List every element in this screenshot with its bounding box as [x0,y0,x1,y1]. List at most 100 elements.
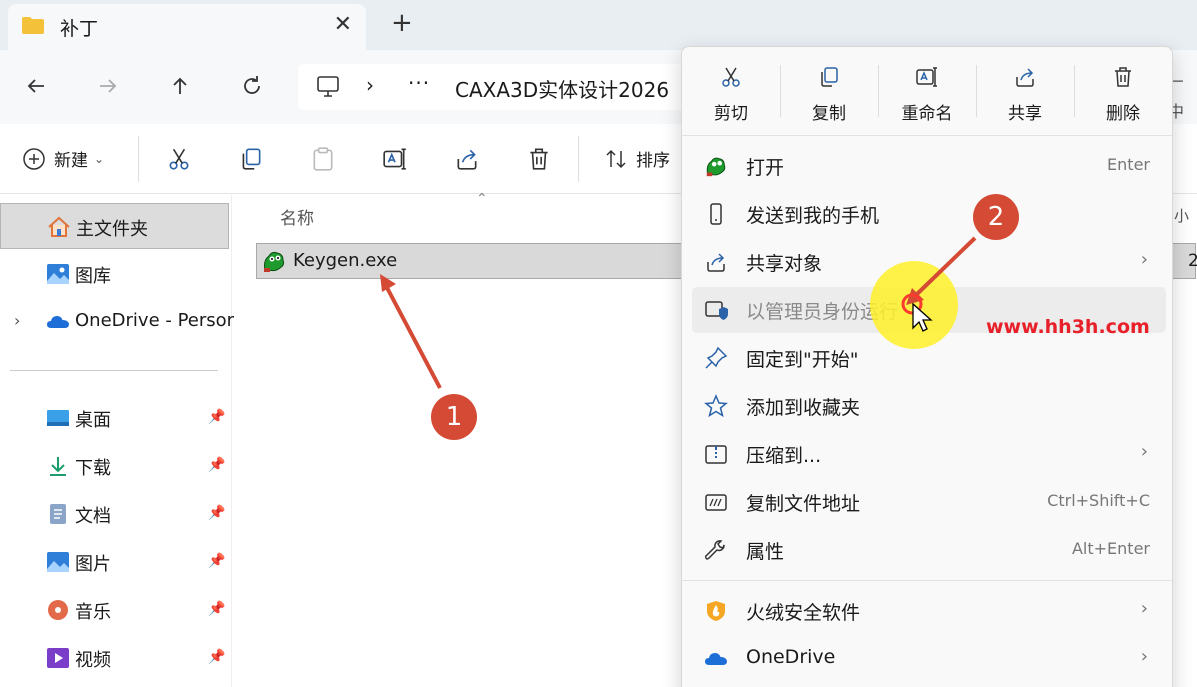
menu-item-open[interactable]: 打开 Enter [692,143,1166,189]
pin-icon[interactable]: 📌 [208,505,225,521]
sidebar-item-pictures[interactable]: 图片 📌 [0,539,229,585]
phone-icon [710,203,722,225]
context-menu: 剪切 复制 重命名 共享 删除 打开 Enter 发送到我的手机 共享对象 › … [681,46,1173,687]
copy-button[interactable] [238,146,264,172]
address-bar[interactable]: › ··· CAXA3D实体设计2026 [298,64,698,110]
sidebar-item-desktop[interactable]: 桌面 📌 [0,395,229,441]
navigation-pane: 主文件夹 图库 › OneDrive - Persor 桌面 📌 下载 📌 文档… [0,195,234,687]
home-icon [48,216,70,237]
sidebar-item-documents[interactable]: 文档 📌 [0,491,229,537]
wrench-icon [704,540,725,560]
menu-item-send-to-phone[interactable]: 发送到我的手机 [692,191,1166,237]
desktop-icon [47,410,69,426]
cut-icon [722,67,740,87]
menu-item-onedrive[interactable]: OneDrive › [692,636,1166,682]
chevron-right-icon: › [1140,441,1148,462]
sidebar-item-label: 主文件夹 [76,219,148,240]
file-name: Keygen.exe [293,250,398,271]
delete-icon [530,148,548,170]
pin-icon[interactable]: 📌 [208,649,225,665]
huorong-shield-icon [707,601,725,621]
onedrive-cloud-icon [705,653,727,665]
menu-divider [682,580,1172,581]
step-badge-2: 2 [973,194,1019,240]
folder-icon [22,17,44,34]
sidebar-item-videos[interactable]: 视频 📌 [0,635,229,681]
step-badge-1: 1 [431,394,477,440]
sort-icon [606,149,626,168]
rename-icon [916,67,937,87]
sidebar-item-label: 图片 [75,554,111,575]
share-icon [457,149,477,170]
quick-action-label: 重命名 [901,104,953,124]
menu-item-add-to-favorites[interactable]: 添加到收藏夹 [692,383,1166,429]
menu-item-copy-as-path[interactable]: 复制文件地址 Ctrl+Shift+C [692,479,1166,525]
sidebar-item-label: 图库 [75,266,111,287]
menu-item-compress-to[interactable]: 压缩到... › [692,431,1166,477]
paste-icon [313,147,333,171]
sidebar-item-music[interactable]: 音乐 📌 [0,587,229,633]
close-tab-button[interactable]: ✕ [334,12,352,37]
pin-icon [705,346,728,369]
menu-item-shortcut: Enter [1107,155,1150,174]
up-button[interactable] [162,68,198,104]
sidebar-item-downloads[interactable]: 下载 📌 [0,443,229,489]
breadcrumb-current-folder[interactable]: CAXA3D实体设计2026 [455,74,669,103]
column-header-name[interactable]: 名称 [280,204,314,229]
star-icon [704,394,728,418]
quick-action-label: 删除 [1106,104,1140,124]
arrow-left-icon [27,79,44,93]
sidebar-item-gallery[interactable]: 图库 [0,251,229,297]
quick-action-rename[interactable]: 重命名 [878,47,976,129]
chevron-right-icon: › [1140,646,1148,667]
quick-action-label: 剪切 [714,104,748,124]
gallery-icon [47,264,69,284]
title-bar: 补丁 ✕ + [0,0,1197,50]
rename-icon [383,148,406,170]
sidebar-item-label: 文档 [75,506,111,527]
share-button[interactable] [454,146,480,172]
breadcrumb-more-button[interactable]: ··· [408,71,430,95]
copy-icon [821,67,838,87]
chevron-right-icon[interactable]: › [14,311,20,330]
zip-folder-icon [705,445,727,464]
chevron-down-icon: ⌄ [94,151,105,166]
sidebar-item-onedrive[interactable]: › OneDrive - Persor [0,299,234,345]
rename-button[interactable] [382,146,408,172]
quick-action-delete[interactable]: 删除 [1074,47,1172,129]
menu-item-label: OneDrive [746,646,836,668]
new-tab-button[interactable]: + [391,8,413,38]
tab-current[interactable]: 补丁 ✕ [8,4,366,50]
cut-button[interactable] [166,146,192,172]
videos-icon [47,648,69,668]
menu-item-huorong[interactable]: 火绒安全软件 › [692,588,1166,634]
new-button-label: 新建 [54,151,88,171]
column-header-size[interactable]: 小 [1174,205,1189,226]
pin-icon[interactable]: 📌 [208,553,225,569]
delete-button[interactable] [526,146,552,172]
computer-icon [317,76,339,97]
refresh-button[interactable] [234,68,270,104]
back-button[interactable] [18,68,54,104]
menu-item-label: 属性 [746,541,785,563]
breadcrumb-chevron[interactable]: › [366,73,374,97]
pin-icon[interactable]: 📌 [208,409,225,425]
sidebar-item-label: 桌面 [75,410,111,431]
quick-action-copy[interactable]: 复制 [780,47,878,129]
menu-item-label: 压缩到... [746,445,822,467]
paste-button[interactable] [310,146,336,172]
menu-item-properties[interactable]: 属性 Alt+Enter [692,527,1166,573]
tab-title: 补丁 [60,18,99,40]
uac-shield-icon [705,301,728,320]
toolbar-divider [138,136,139,182]
music-icon [48,600,68,620]
sort-button-label: 排序 [636,151,670,171]
sidebar-item-home[interactable]: 主文件夹 [0,203,229,249]
pin-icon[interactable]: 📌 [208,457,225,473]
quick-action-cut[interactable]: 剪切 [682,47,780,129]
new-button[interactable]: 新建 ⌄ [22,146,104,171]
forward-button[interactable] [90,68,126,104]
quick-action-share[interactable]: 共享 [976,47,1074,129]
sort-button[interactable]: 排序 [604,146,670,171]
pin-icon[interactable]: 📌 [208,601,225,617]
